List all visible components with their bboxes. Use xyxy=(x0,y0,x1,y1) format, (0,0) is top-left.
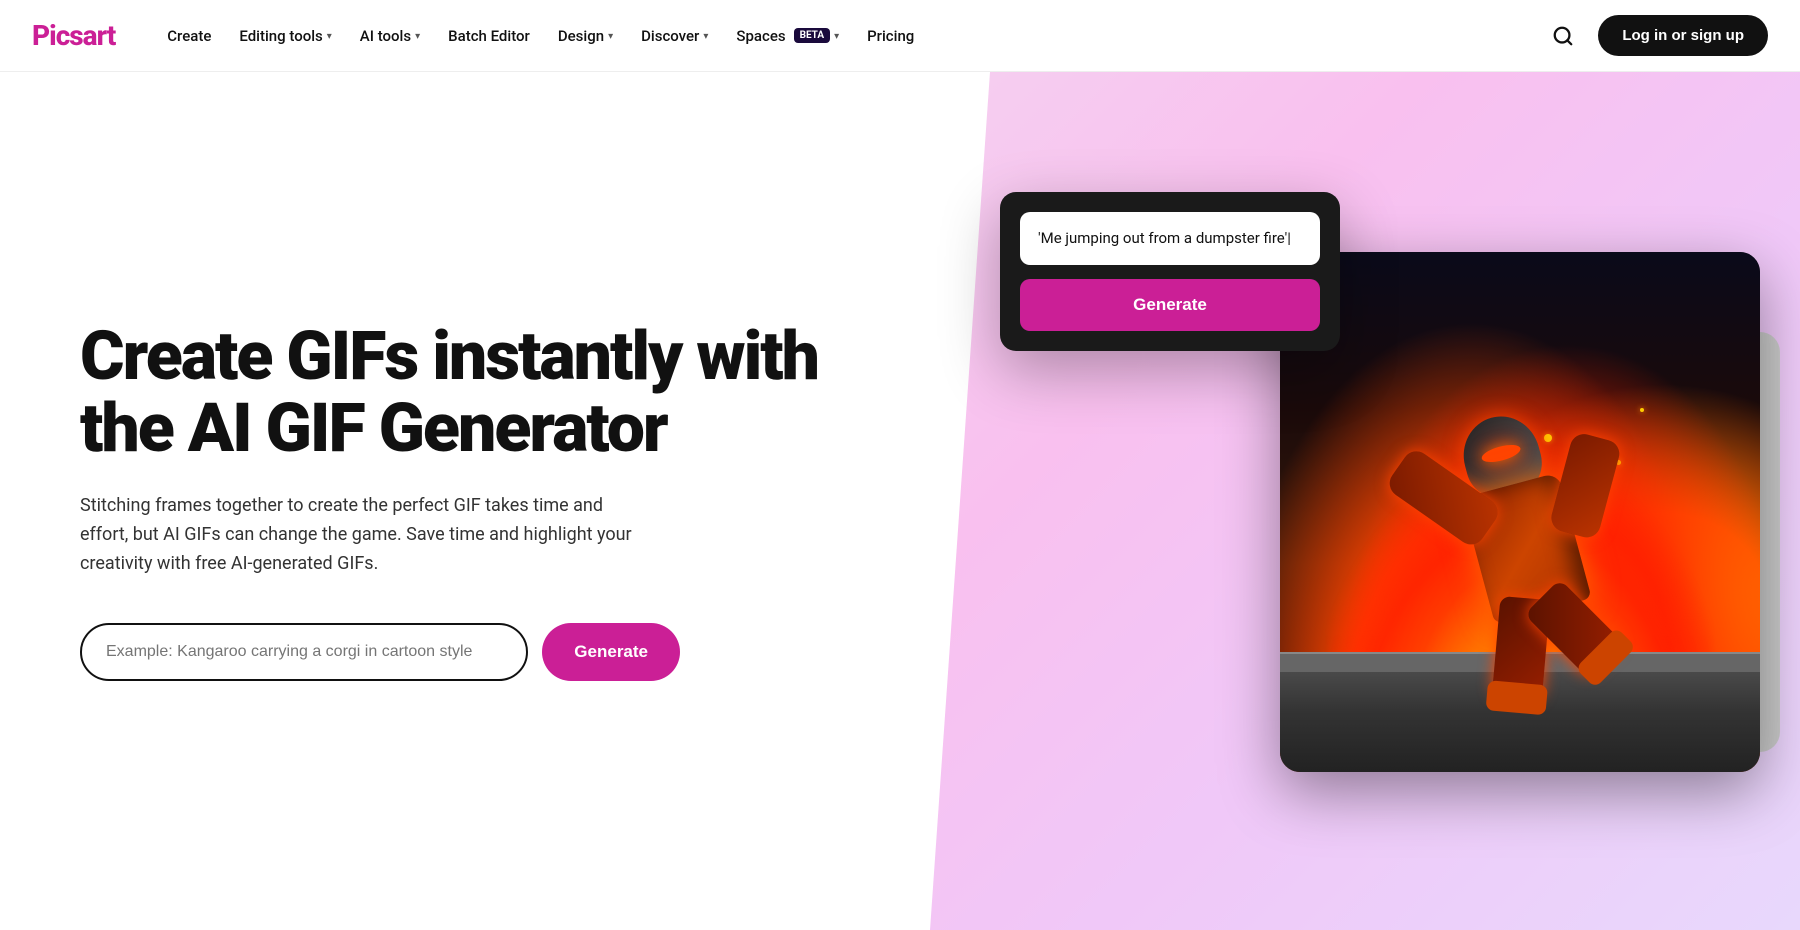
hero-left: Create GIFs instantly with the AI GIF Ge… xyxy=(0,72,900,930)
nav-create[interactable]: Create xyxy=(155,19,223,53)
chevron-down-icon: ▾ xyxy=(834,31,839,42)
ai-card-prompt-text: 'Me jumping out from a dumpster fire'| xyxy=(1020,212,1320,265)
figure-arm-right xyxy=(1548,431,1622,541)
nav-discover[interactable]: Discover ▾ xyxy=(629,19,720,53)
nav-pricing[interactable]: Pricing xyxy=(855,19,926,53)
ai-prompt-card: 'Me jumping out from a dumpster fire'| G… xyxy=(1000,192,1340,351)
chevron-down-icon: ▾ xyxy=(703,31,708,42)
scene-background xyxy=(1280,252,1760,772)
hero-right: 'Me jumping out from a dumpster fire'| G… xyxy=(900,72,1800,930)
search-icon xyxy=(1552,25,1574,47)
nav-links: Create Editing tools ▾ AI tools ▾ Batch … xyxy=(155,19,1544,53)
hero-section: Create GIFs instantly with the AI GIF Ge… xyxy=(0,72,1800,930)
ai-card-generate-button[interactable]: Generate xyxy=(1020,279,1320,331)
nav-batch-editor[interactable]: Batch Editor xyxy=(436,19,542,53)
prompt-input[interactable] xyxy=(80,623,528,681)
nav-ai-tools[interactable]: AI tools ▾ xyxy=(348,19,432,53)
navbar: Picsart Create Editing tools ▾ AI tools … xyxy=(0,0,1800,72)
generate-button[interactable]: Generate xyxy=(542,623,680,681)
hero-subtitle: Stitching frames together to create the … xyxy=(80,492,640,578)
nav-design[interactable]: Design ▾ xyxy=(546,19,625,53)
chevron-down-icon: ▾ xyxy=(327,31,332,42)
chevron-down-icon: ▾ xyxy=(608,31,613,42)
scene-image-card xyxy=(1280,252,1760,772)
hero-input-row: Generate xyxy=(80,623,680,681)
login-button[interactable]: Log in or sign up xyxy=(1598,15,1768,56)
figure-boot-left xyxy=(1486,680,1548,715)
hero-title: Create GIFs instantly with the AI GIF Ge… xyxy=(80,321,820,464)
nav-spaces[interactable]: Spaces BETA ▾ xyxy=(724,19,851,53)
nav-editing-tools[interactable]: Editing tools ▾ xyxy=(227,19,343,53)
figure-eye-glow xyxy=(1480,442,1522,466)
beta-badge: BETA xyxy=(794,28,831,43)
logo[interactable]: Picsart xyxy=(32,19,115,52)
search-button[interactable] xyxy=(1544,17,1582,55)
chevron-down-icon: ▾ xyxy=(415,31,420,42)
spark-4 xyxy=(1640,408,1644,412)
nav-right: Log in or sign up xyxy=(1544,15,1768,56)
